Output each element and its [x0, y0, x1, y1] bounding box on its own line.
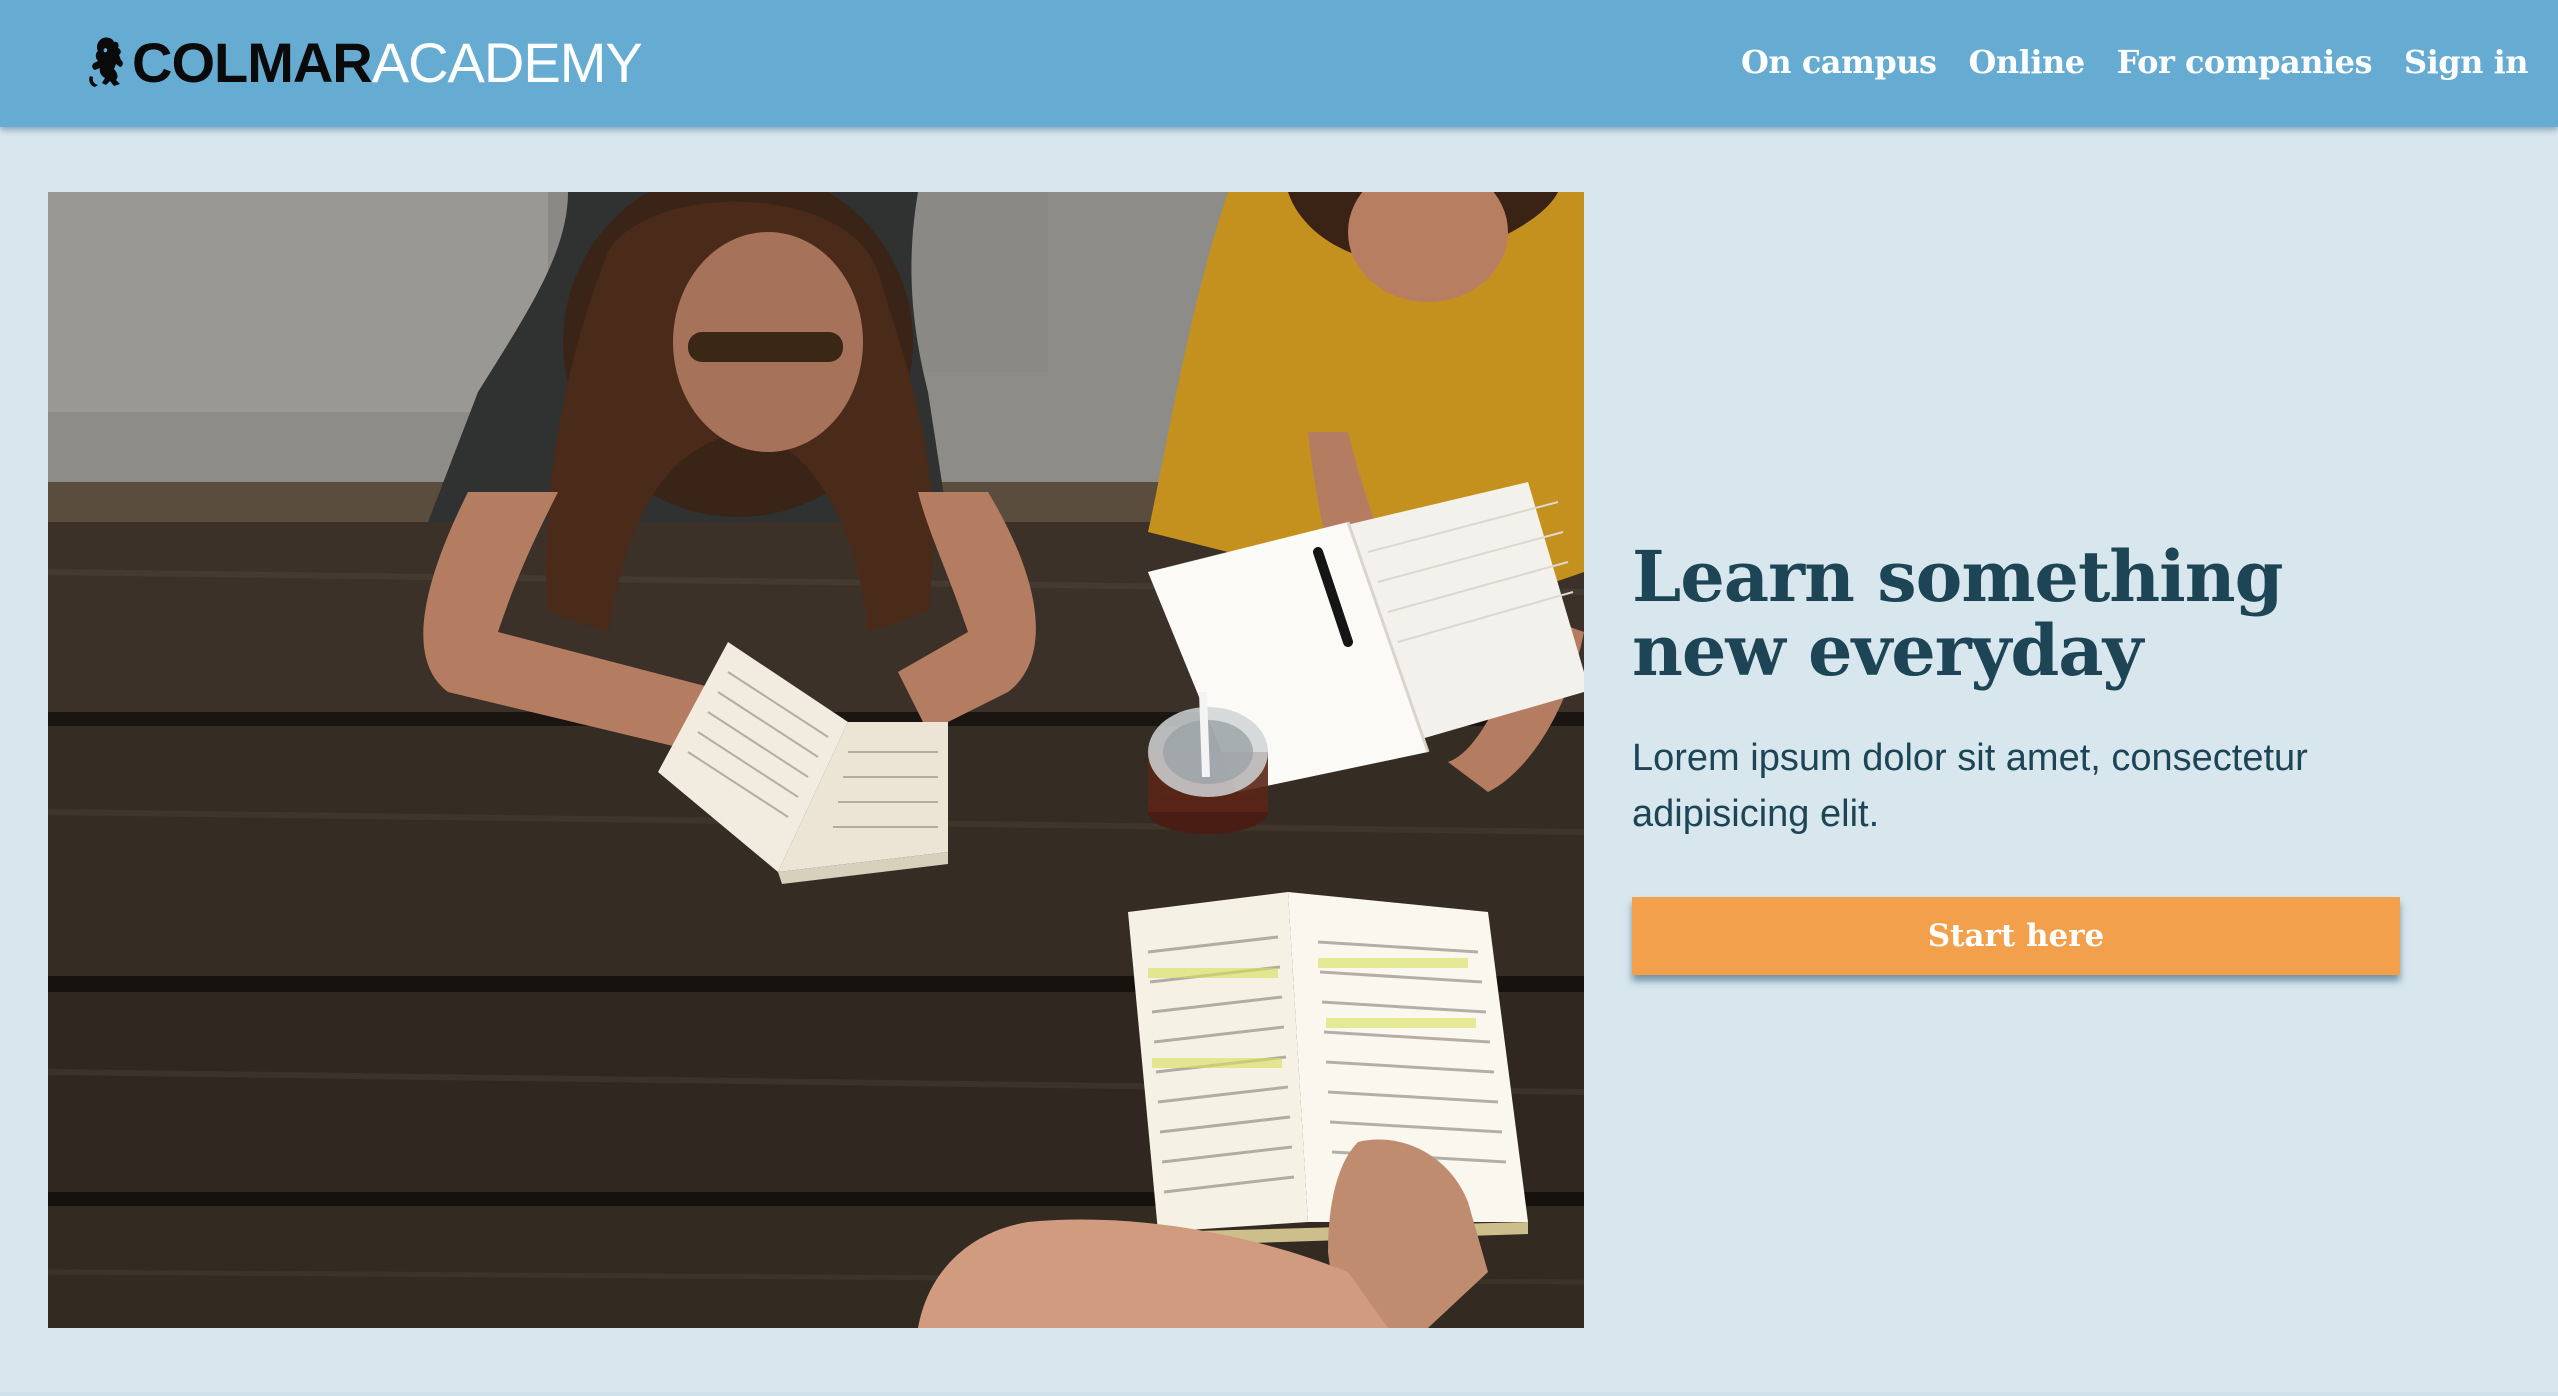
page-bottom-divider: [0, 1392, 2558, 1396]
site-logo[interactable]: COLMARACADEMY: [86, 30, 643, 96]
logo-wordmark-light: ACADEMY: [371, 31, 643, 94]
hero-heading: Learn something new everyday: [1632, 535, 2284, 692]
students-studying-photo-illustration: [48, 192, 1584, 1328]
nav-link-for-companies[interactable]: For companies: [2117, 38, 2373, 86]
hero-photo: [48, 192, 1584, 1328]
main-nav: On campus Online For companies Sign in: [1741, 38, 2528, 86]
start-here-button[interactable]: Start here: [1632, 897, 2400, 975]
nav-link-on-campus[interactable]: On campus: [1741, 38, 1937, 86]
lion-rampant-icon: [89, 37, 123, 87]
nav-link-online[interactable]: Online: [1969, 38, 2086, 86]
site-header: COLMARACADEMY On campus Online For compa…: [0, 0, 2558, 127]
logo-wordmark-strong: COLMAR: [132, 31, 373, 94]
logo-wordmark: COLMARACADEMY: [132, 30, 643, 96]
hero-subtext: Lorem ipsum dolor sit amet, consectetur …: [1632, 737, 2308, 835]
nav-link-sign-in[interactable]: Sign in: [2404, 38, 2528, 86]
